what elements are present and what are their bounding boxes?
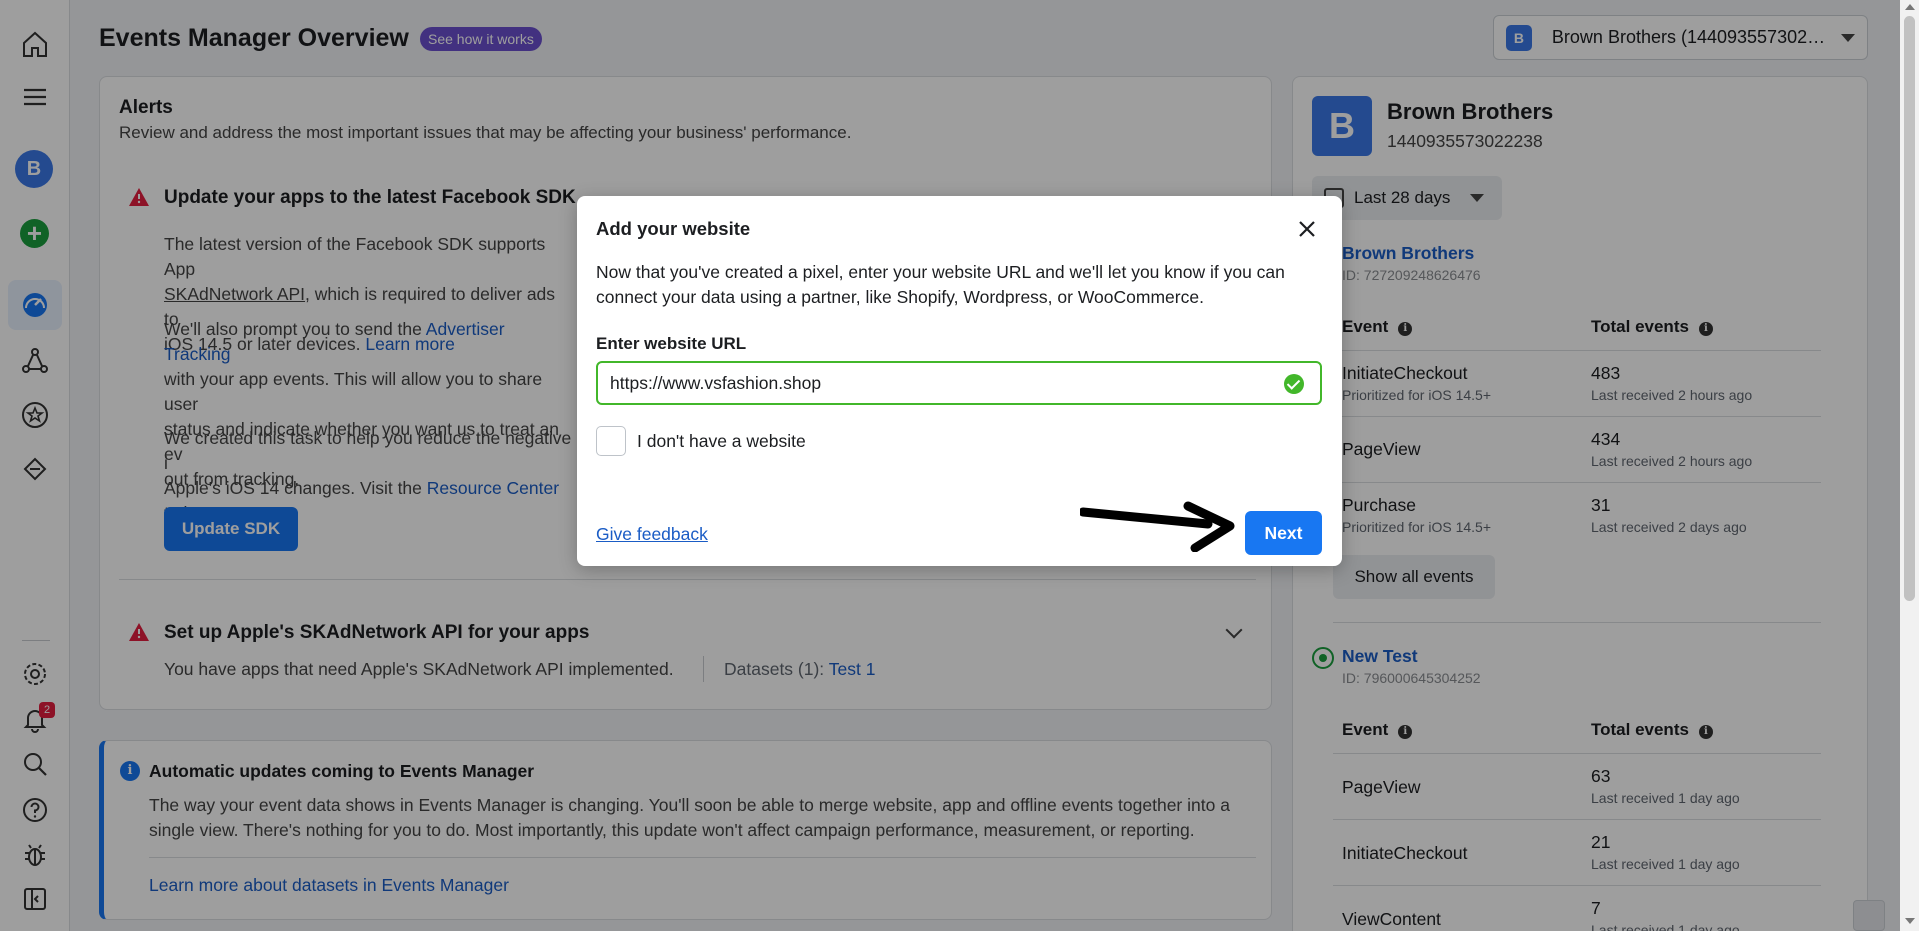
- website-url-label: Enter website URL: [596, 334, 747, 353]
- dialog-title: Add your website: [596, 218, 751, 239]
- annotation-arrow-icon: [1080, 501, 1235, 552]
- scroll-thumb[interactable]: [1904, 16, 1915, 601]
- scroll-down-arrow[interactable]: [1905, 918, 1915, 924]
- scroll-up-arrow[interactable]: [1905, 4, 1915, 10]
- website-url-input[interactable]: [596, 361, 1322, 405]
- give-feedback-link[interactable]: Give feedback: [596, 524, 708, 545]
- close-icon[interactable]: [1292, 214, 1322, 244]
- dialog-description: Now that you've created a pixel, enter y…: [596, 262, 1285, 307]
- page-scrollbar[interactable]: [1900, 0, 1919, 931]
- no-website-label[interactable]: I don't have a website: [637, 431, 806, 452]
- no-website-checkbox[interactable]: [596, 426, 626, 456]
- next-button[interactable]: Next: [1245, 511, 1322, 555]
- valid-checkmark-icon: [1284, 374, 1304, 394]
